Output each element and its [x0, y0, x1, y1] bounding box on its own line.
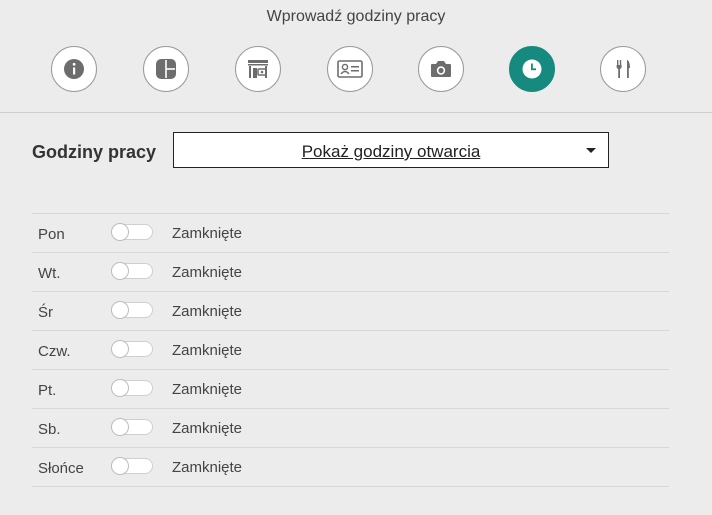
step-info-button[interactable] — [51, 46, 97, 92]
day-open-toggle[interactable] — [111, 301, 153, 319]
toggle-knob — [111, 418, 129, 436]
day-row: Pon Zamknięte — [32, 214, 669, 253]
step-contact-button[interactable] — [327, 46, 373, 92]
day-open-toggle[interactable] — [111, 418, 153, 436]
step-menu-button[interactable] — [600, 46, 646, 92]
day-name: Słońce — [38, 460, 84, 477]
days-list: Pon Zamknięte Wt. Zamknięte Śr Zamknięte… — [32, 213, 669, 487]
day-status: Zamknięte — [172, 420, 243, 437]
toggle-knob — [111, 223, 129, 241]
day-status: Zamknięte — [172, 225, 243, 242]
toggle-knob — [111, 340, 129, 358]
step-storefront-button[interactable] — [235, 46, 281, 92]
toggle-knob — [111, 301, 129, 319]
step-photo-button[interactable] — [418, 46, 464, 92]
toggle-knob — [111, 457, 129, 475]
day-name: Sb. — [38, 421, 61, 438]
day-row: Śr Zamknięte — [32, 292, 669, 331]
page-title: Wprowadź godziny pracy — [266, 8, 446, 25]
toggle-knob — [111, 262, 129, 280]
day-row: Wt. Zamknięte — [32, 253, 669, 292]
day-row: Czw. Zamknięte — [32, 331, 669, 370]
contact-card-icon — [337, 60, 363, 78]
day-status: Zamknięte — [172, 264, 243, 281]
day-open-toggle[interactable] — [111, 379, 153, 397]
cutlery-icon — [616, 60, 630, 78]
day-name: Wt. — [38, 265, 61, 282]
storefront-icon — [248, 60, 268, 78]
day-status: Zamknięte — [172, 459, 243, 476]
clock-icon — [522, 59, 542, 79]
layout-icon — [156, 59, 176, 79]
day-row: Pt. Zamknięte — [32, 370, 669, 409]
day-open-toggle[interactable] — [111, 340, 153, 358]
info-icon — [64, 59, 84, 79]
chevron-down-icon — [586, 148, 596, 153]
hours-mode-dropdown[interactable]: Pokaż godziny otwarcia — [173, 132, 609, 168]
day-open-toggle[interactable] — [111, 223, 153, 241]
day-status: Zamknięte — [172, 381, 243, 398]
day-status: Zamknięte — [172, 342, 243, 359]
step-layout-button[interactable] — [143, 46, 189, 92]
step-hours-button[interactable] — [509, 46, 555, 92]
dropdown-selected-value: Pokaż godziny otwarcia — [301, 142, 481, 161]
section-divider — [0, 112, 712, 113]
hours-label: Godziny pracy — [32, 142, 157, 162]
step-navigation — [0, 46, 712, 94]
toggle-knob — [111, 379, 129, 397]
day-row: Sb. Zamknięte — [32, 409, 669, 448]
day-name: Czw. — [38, 343, 71, 360]
day-name: Śr — [38, 304, 53, 321]
day-open-toggle[interactable] — [111, 262, 153, 280]
day-open-toggle[interactable] — [111, 457, 153, 475]
day-status: Zamknięte — [172, 303, 243, 320]
camera-icon — [431, 61, 451, 77]
day-name: Pon — [38, 226, 65, 243]
day-row: Słońce Zamknięte — [32, 448, 669, 487]
day-name: Pt. — [38, 382, 57, 399]
